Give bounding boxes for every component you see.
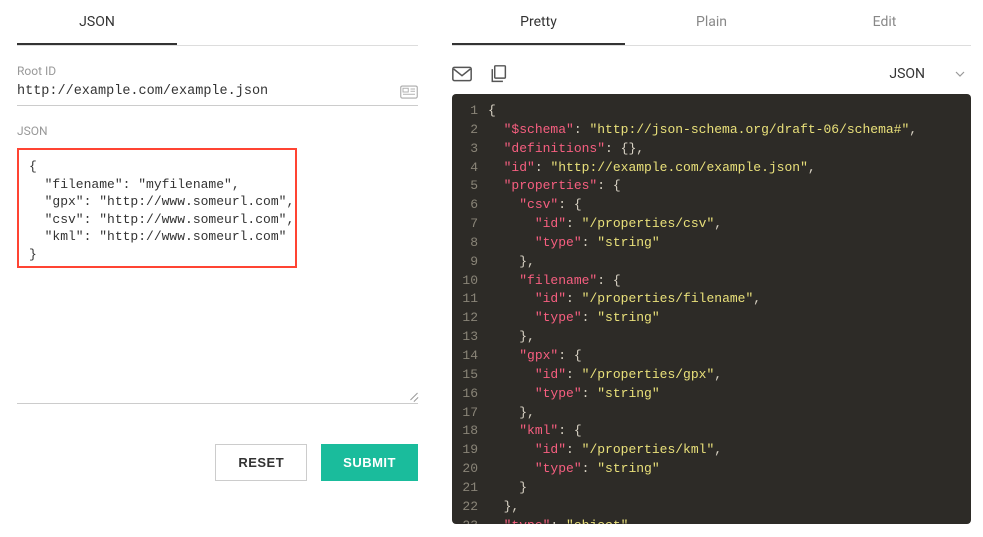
line-number: 17	[452, 404, 488, 423]
line-number: 15	[452, 366, 488, 385]
code-line: 18 "kml": {	[452, 422, 971, 441]
code-line: 7 "id": "/properties/csv",	[452, 215, 971, 234]
tab-edit[interactable]: Edit	[798, 0, 971, 45]
code-line: 20 "type": "string"	[452, 460, 971, 479]
tab-pretty[interactable]: Pretty	[452, 0, 625, 45]
root-id-input-wrap	[17, 84, 418, 106]
tab-plain[interactable]: Plain	[625, 0, 798, 45]
format-dropdown[interactable]: JSON	[889, 66, 965, 82]
code-content: "id": "/properties/filename",	[488, 290, 761, 309]
line-number: 4	[452, 159, 488, 178]
code-content: "id": "/properties/kml",	[488, 441, 722, 460]
code-content: "csv": {	[488, 196, 582, 215]
code-content: "type": "string"	[488, 460, 660, 479]
card-icon	[400, 85, 418, 99]
code-line: 10 "filename": {	[452, 272, 971, 291]
code-content: "type": "string"	[488, 234, 660, 253]
line-number: 20	[452, 460, 488, 479]
code-line: 5 "properties": {	[452, 177, 971, 196]
code-content: "id": "/properties/csv",	[488, 215, 722, 234]
json-input[interactable]	[17, 148, 297, 268]
line-number: 22	[452, 498, 488, 517]
code-line: 17 },	[452, 404, 971, 423]
right-tabs: PrettyPlainEdit	[452, 0, 971, 46]
json-label: JSON	[17, 124, 418, 138]
code-line: 15 "id": "/properties/gpx",	[452, 366, 971, 385]
code-content: "kml": {	[488, 422, 582, 441]
code-line: 9 },	[452, 253, 971, 272]
code-content: "$schema": "http://json-schema.org/draft…	[488, 121, 917, 140]
button-row: RESET SUBMIT	[17, 444, 418, 481]
code-line: 3 "definitions": {},	[452, 140, 971, 159]
code-content: "id": "/properties/gpx",	[488, 366, 722, 385]
code-line: 22 },	[452, 498, 971, 517]
code-content: },	[488, 498, 519, 517]
line-number: 7	[452, 215, 488, 234]
right-panel: PrettyPlainEdit JSON 1{2 "$schema": "htt…	[435, 0, 983, 537]
code-line: 23 "type": "object"	[452, 517, 971, 524]
code-line: 1{	[452, 102, 971, 121]
line-number: 14	[452, 347, 488, 366]
textarea-resize-area	[17, 392, 418, 404]
code-content: },	[488, 253, 535, 272]
code-line: 13 },	[452, 328, 971, 347]
code-content: "id": "http://example.com/example.json",	[488, 159, 816, 178]
code-content: "type": "string"	[488, 385, 660, 404]
code-content: {	[488, 102, 496, 121]
code-line: 19 "id": "/properties/kml",	[452, 441, 971, 460]
line-number: 6	[452, 196, 488, 215]
line-number: 23	[452, 517, 488, 524]
code-content: "properties": {	[488, 177, 621, 196]
code-line: 2 "$schema": "http://json-schema.org/dra…	[452, 121, 971, 140]
code-line: 8 "type": "string"	[452, 234, 971, 253]
chevron-down-icon	[955, 71, 965, 77]
left-panel: JSON Root ID JSON RESET SUBMIT	[0, 0, 435, 537]
line-number: 21	[452, 479, 488, 498]
code-content: },	[488, 328, 535, 347]
copy-icon[interactable]	[488, 65, 508, 83]
line-number: 19	[452, 441, 488, 460]
code-line: 4 "id": "http://example.com/example.json…	[452, 159, 971, 178]
line-number: 9	[452, 253, 488, 272]
code-line: 16 "type": "string"	[452, 385, 971, 404]
reset-button[interactable]: RESET	[215, 444, 307, 481]
line-number: 16	[452, 385, 488, 404]
mail-icon[interactable]	[452, 65, 472, 83]
code-content: }	[488, 479, 527, 498]
line-number: 11	[452, 290, 488, 309]
line-number: 3	[452, 140, 488, 159]
code-line: 21 }	[452, 479, 971, 498]
code-content: },	[488, 404, 535, 423]
line-number: 5	[452, 177, 488, 196]
code-line: 14 "gpx": {	[452, 347, 971, 366]
line-number: 10	[452, 272, 488, 291]
code-content: "gpx": {	[488, 347, 582, 366]
submit-button[interactable]: SUBMIT	[321, 444, 418, 481]
tab-json[interactable]: JSON	[17, 0, 177, 45]
toolbar: JSON	[452, 54, 971, 94]
line-number: 1	[452, 102, 488, 121]
code-content: "type": "object"	[488, 517, 628, 524]
code-content: "definitions": {},	[488, 140, 644, 159]
code-content: "type": "string"	[488, 309, 660, 328]
root-id-label: Root ID	[17, 64, 418, 78]
line-number: 2	[452, 121, 488, 140]
format-dropdown-label: JSON	[889, 66, 925, 82]
code-content: "filename": {	[488, 272, 621, 291]
code-line: 12 "type": "string"	[452, 309, 971, 328]
line-number: 13	[452, 328, 488, 347]
left-tabs: JSON	[17, 0, 418, 46]
line-number: 18	[452, 422, 488, 441]
root-id-input[interactable]	[17, 84, 400, 99]
line-number: 12	[452, 309, 488, 328]
line-number: 8	[452, 234, 488, 253]
code-viewer[interactable]: 1{2 "$schema": "http://json-schema.org/d…	[452, 94, 971, 524]
code-line: 11 "id": "/properties/filename",	[452, 290, 971, 309]
resize-icon[interactable]	[408, 391, 418, 401]
code-line: 6 "csv": {	[452, 196, 971, 215]
